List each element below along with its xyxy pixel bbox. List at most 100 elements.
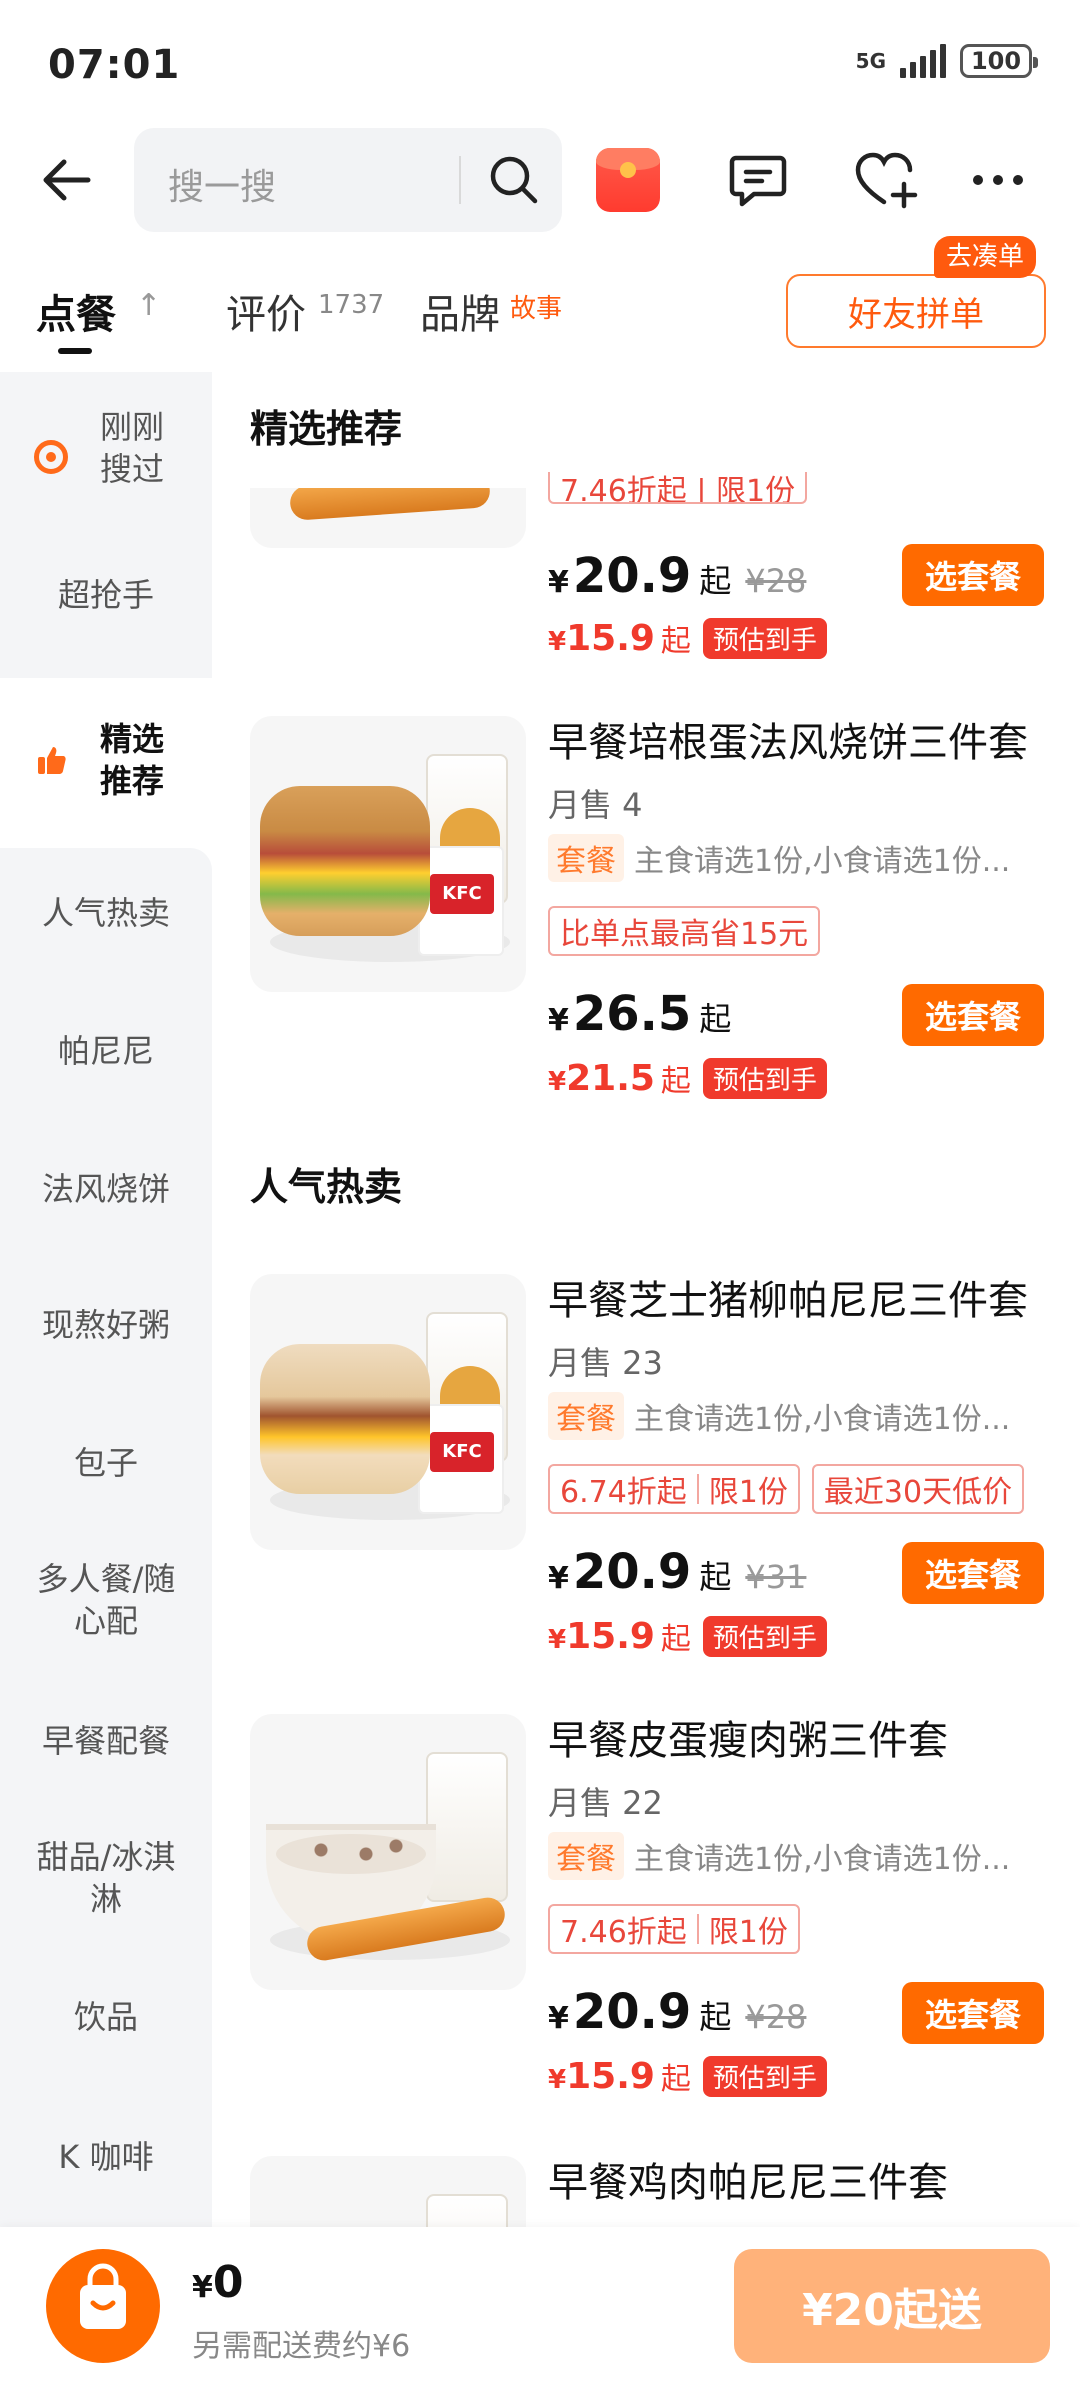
- sidebar-item-label: 包子: [73, 1444, 138, 1482]
- search-placeholder: 搜一搜: [168, 167, 277, 208]
- top-nav: 搜一搜: [0, 126, 1080, 234]
- tab-review[interactable]: 评价: [226, 282, 306, 340]
- item-image[interactable]: [250, 1714, 526, 1990]
- currency-symbol: ¥: [548, 2001, 569, 2036]
- item-image[interactable]: [250, 488, 526, 548]
- price: 20.9: [572, 1984, 692, 2040]
- item-name[interactable]: 早餐培根蛋法风烧饼三件套: [548, 710, 1028, 768]
- sidebar-item-label: 超抢手: [57, 576, 154, 614]
- more-icon[interactable]: [966, 148, 1030, 212]
- item-sales: 月售 22: [548, 1784, 663, 1822]
- price-suffix: 起: [699, 1998, 732, 2036]
- combo-info: 套餐 主食请选1份,小食请选1份...: [548, 1392, 1010, 1440]
- item-name[interactable]: 早餐鸡肉帕尼尼三件套: [548, 2150, 948, 2208]
- friend-group-order-button[interactable]: 好友拼单: [786, 274, 1046, 348]
- status-time: 07:01: [48, 42, 181, 88]
- price: 26.5: [572, 986, 692, 1042]
- select-combo-button[interactable]: 选套餐: [902, 984, 1044, 1046]
- promo-tag: 7.46折起 | 限1份: [548, 472, 808, 504]
- sidebar-item-drinks[interactable]: 饮品: [0, 1972, 212, 2062]
- promo-tags: 比单点最高省15元: [548, 906, 821, 956]
- currency-symbol: ¥: [548, 565, 569, 600]
- sidebar-item-group-meal[interactable]: 多人餐/随 心配: [0, 1534, 212, 1666]
- search-icon[interactable]: [488, 154, 540, 206]
- message-icon[interactable]: [726, 148, 790, 212]
- price-suffix: 起: [699, 1558, 732, 1596]
- estimated-price-suffix: 起: [660, 2062, 691, 2097]
- sort-arrow-icon[interactable]: ↑: [136, 288, 161, 323]
- sidebar-item-featured[interactable]: 精选 推荐: [0, 694, 212, 826]
- select-combo-button[interactable]: 选套餐: [902, 1982, 1044, 2044]
- item-name[interactable]: 早餐芝士猪柳帕尼尼三件套: [548, 1268, 1028, 1326]
- price-row: ¥ 20.9 起 ¥28: [548, 1984, 806, 2040]
- search-divider: [459, 156, 461, 204]
- sidebar-item-label: 甜品/冰淇 淋: [36, 1838, 176, 1918]
- item-image[interactable]: [250, 716, 526, 992]
- section-title-featured: 精选推荐: [250, 407, 403, 451]
- search-input[interactable]: 搜一搜: [134, 128, 562, 232]
- promo-limit: 限1份: [708, 1475, 788, 1510]
- select-combo-button[interactable]: 选套餐: [902, 1542, 1044, 1604]
- combo-description: 主食请选1份,小食请选1份...: [634, 1842, 1011, 1877]
- promo-tag: 6.74折起 限1份: [548, 1464, 800, 1514]
- sidebar-item-breakfast-combo[interactable]: 早餐配餐: [0, 1696, 212, 1786]
- promo-tag: 最近30天低价: [811, 1464, 1025, 1514]
- promo-separator: [696, 1474, 699, 1504]
- select-combo-button[interactable]: 选套餐: [902, 544, 1044, 606]
- sidebar-item-label: 人气热卖: [41, 894, 170, 932]
- friend-order-badge: 去凑单: [934, 236, 1037, 278]
- estimated-price-suffix: 起: [660, 1622, 691, 1657]
- item-image[interactable]: [250, 1274, 526, 1550]
- sidebar-item-label: 多人餐/随 心配: [36, 1560, 176, 1640]
- sidebar-item-dessert[interactable]: 甜品/冰淇 淋: [0, 1812, 212, 1944]
- category-sidebar: 刚刚 搜过 超抢手 精选 推荐 人气热卖 帕尼尼 法风烧饼 现熬好粥 包子 多人…: [0, 372, 212, 2227]
- estimated-price: ¥21.5: [548, 1057, 655, 1099]
- promo-text: 6.74折起: [560, 1475, 687, 1510]
- sidebar-item-panini[interactable]: 帕尼尼: [0, 1006, 212, 1096]
- store-tabs: 点餐 ↑ 评价 1737 品牌 故事 好友拼单 去凑单: [0, 236, 1080, 360]
- active-tab-indicator: [58, 348, 92, 354]
- sidebar-item-label: 现熬好粥: [41, 1306, 170, 1344]
- combo-description: 主食请选1份,小食请选1份...: [634, 1402, 1011, 1437]
- review-count: 1737: [318, 290, 385, 320]
- back-arrow-icon[interactable]: [38, 150, 98, 210]
- promo-text: 7.46折起 | 限1份: [560, 474, 796, 504]
- promo-tags: 7.46折起 | 限1份: [548, 472, 808, 504]
- sidebar-item-label: 法风烧饼: [41, 1170, 170, 1208]
- section-title-popular: 人气热卖: [250, 1165, 403, 1209]
- sidebar-item-coffee[interactable]: K 咖啡: [0, 2112, 212, 2202]
- sidebar-item-label: 饮品: [73, 1998, 138, 2036]
- status-icons: 5G 100: [856, 44, 1038, 78]
- estimated-price-value: 21.5: [566, 1057, 655, 1099]
- promo-text: 比单点最高省15元: [560, 917, 809, 952]
- promo-limit: 限1份: [708, 1915, 788, 1950]
- shopping-bag-icon[interactable]: [46, 2249, 160, 2363]
- promo-tags: 6.74折起 限1份 最近30天低价: [548, 1464, 1025, 1514]
- price-row: ¥ 20.9 起 ¥28: [548, 548, 806, 604]
- item-name[interactable]: 早餐皮蛋瘦肉粥三件套: [548, 1708, 948, 1766]
- estimated-price: ¥15.9: [548, 617, 655, 659]
- combo-tag: 套餐: [548, 1832, 624, 1880]
- sidebar-item-french-pancake[interactable]: 法风烧饼: [0, 1144, 212, 1234]
- sidebar-item-hot-grab[interactable]: 超抢手: [0, 550, 212, 640]
- estimated-price-value: 15.9: [566, 2055, 655, 2097]
- sidebar-item-label: 精选 推荐: [99, 720, 164, 800]
- tab-order[interactable]: 点餐: [36, 282, 116, 340]
- red-packet-icon[interactable]: [596, 148, 660, 212]
- estimated-price-suffix: 起: [660, 1064, 691, 1099]
- estimated-badge: 预估到手: [702, 1057, 827, 1099]
- sidebar-item-buns[interactable]: 包子: [0, 1418, 212, 1508]
- item-image[interactable]: [250, 2156, 526, 2227]
- sidebar-item-congee[interactable]: 现熬好粥: [0, 1280, 212, 1370]
- combo-tag: 套餐: [548, 834, 624, 882]
- checkout-button[interactable]: ¥20起送: [734, 2249, 1050, 2363]
- promo-tag: 比单点最高省15元: [548, 906, 821, 956]
- favorite-add-icon[interactable]: [852, 148, 920, 212]
- kfc-box-image: [418, 1404, 504, 1514]
- sidebar-item-popular[interactable]: 人气热卖: [0, 868, 212, 958]
- promo-text: 最近30天低价: [823, 1475, 1013, 1510]
- tab-brand[interactable]: 品牌: [420, 282, 500, 340]
- estimated-price-row: ¥21.5 起 预估到手: [548, 1056, 827, 1100]
- milk-glass-image: [426, 2194, 508, 2227]
- sidebar-item-recent-search[interactable]: 刚刚 搜过: [0, 382, 212, 514]
